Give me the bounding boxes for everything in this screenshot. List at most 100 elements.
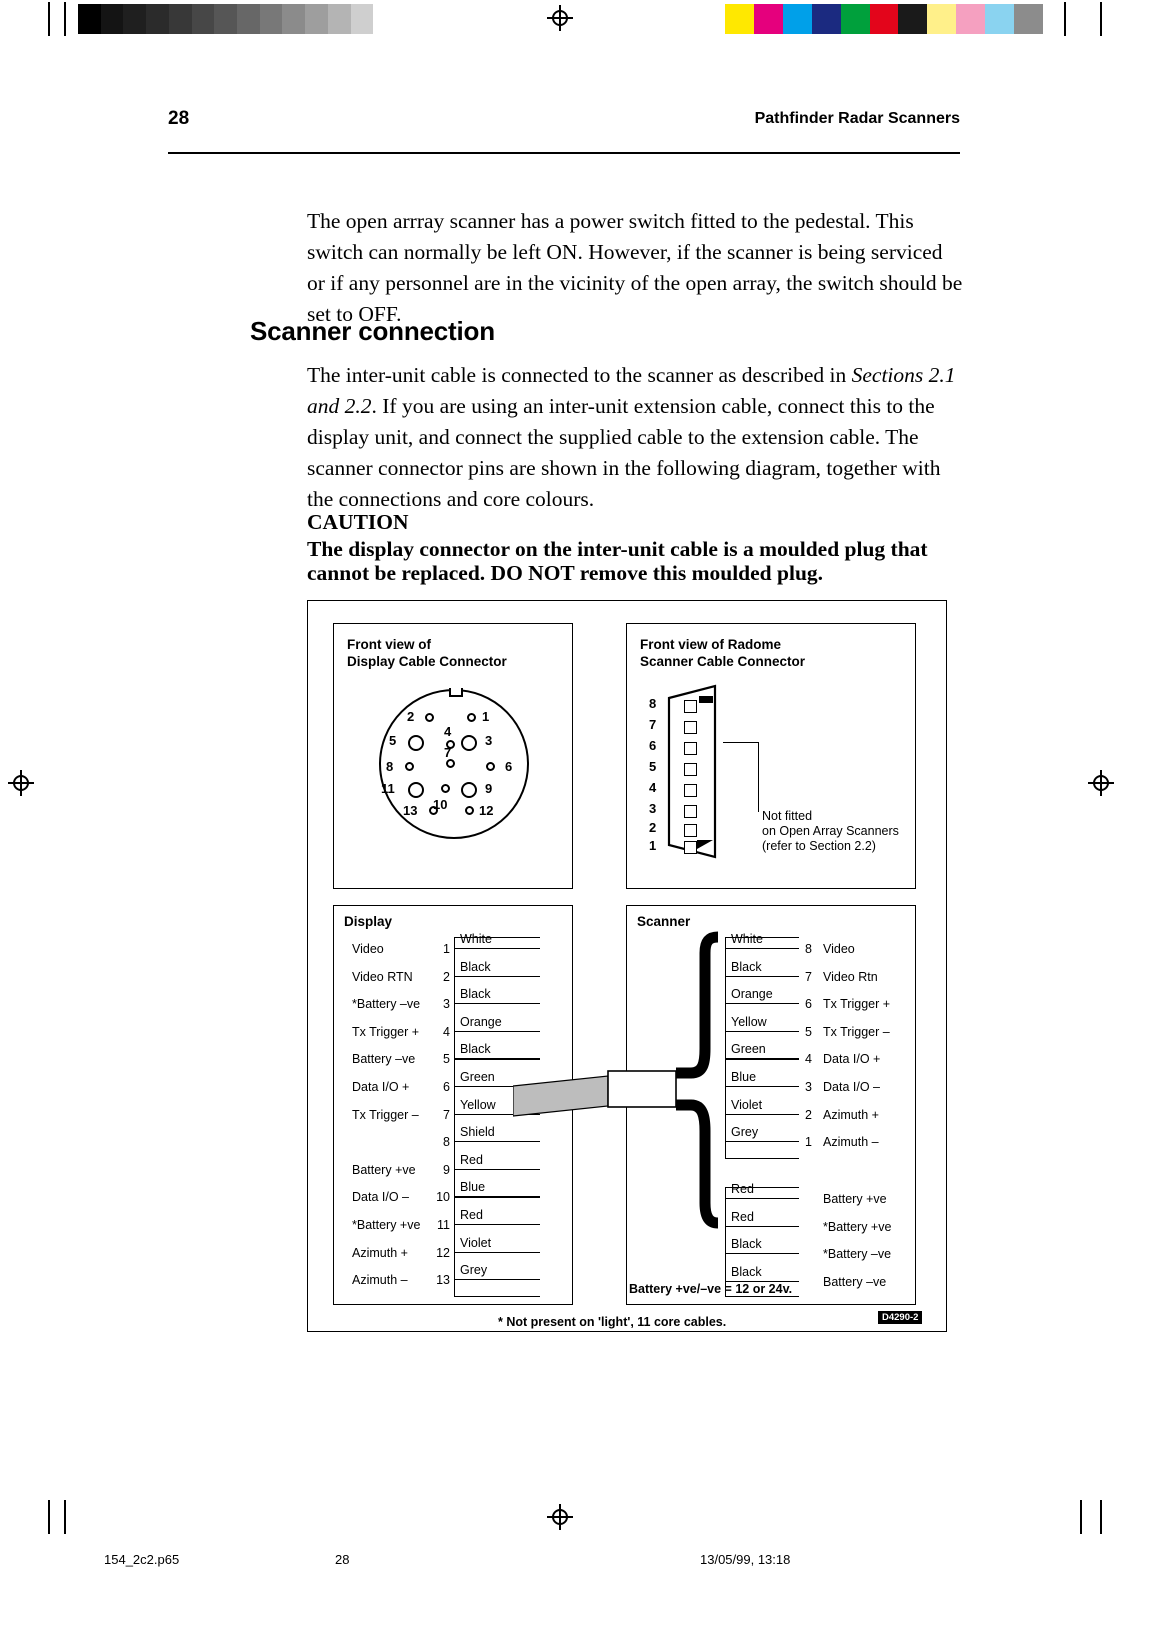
scanner-pin-number-5: 5 xyxy=(805,1024,812,1039)
radome-connector-title-line2: Scanner Cable Connector xyxy=(640,654,806,669)
connector-keyway-notch xyxy=(449,688,463,697)
header-rule xyxy=(168,152,960,154)
scanner-power-signal-2: *Battery –ve xyxy=(823,1247,892,1262)
display-connector-body: 2 1 5 3 4 8 6 7 11 9 10 13 12 xyxy=(379,688,529,839)
radome-pin-3 xyxy=(684,805,697,818)
grey-swatch-5 xyxy=(191,4,215,34)
radome-note-line-3: (refer to Section 2.2) xyxy=(762,839,876,853)
display-signal-4: Tx Trigger + xyxy=(352,1024,420,1039)
display-pin-label-3: 3 xyxy=(485,733,493,748)
crop-mark-bottom-right-2 xyxy=(1100,1500,1102,1534)
display-pin-3 xyxy=(461,735,477,751)
grey-swatch-3 xyxy=(146,4,169,34)
display-signal-7: Tx Trigger – xyxy=(352,1107,419,1122)
radome-pin-7 xyxy=(684,721,697,734)
registration-mark-right xyxy=(1088,770,1114,796)
grey-swatch-11 xyxy=(327,4,351,34)
scanner-signal-8: Video xyxy=(823,942,855,956)
intro-paragraph: The open arrray scanner has a power swit… xyxy=(307,209,963,326)
radome-pin-label-4: 4 xyxy=(649,780,657,795)
grey-swatch-13 xyxy=(373,4,397,34)
grey-swatch-10 xyxy=(305,4,328,34)
radome-pin-2 xyxy=(684,824,697,837)
crop-mark-bottom-left-2 xyxy=(64,1500,66,1534)
scanner-pin-number-2: 2 xyxy=(805,1107,812,1122)
display-pin-label-8: 8 xyxy=(386,759,394,774)
display-pin-number-7: 7 xyxy=(443,1107,450,1122)
caution-line-2: cannot be replaced. DO NOT remove this m… xyxy=(307,561,824,585)
radome-pin-label-2: 2 xyxy=(649,820,657,835)
drawing-code: D4290-2 xyxy=(878,1311,923,1324)
crop-mark-bottom-left xyxy=(48,1500,50,1534)
greyscale-calibration-bar xyxy=(78,4,397,34)
page-canvas: 28 Pathfinder Radar Scanners The open ar… xyxy=(0,0,1174,1637)
battery-voltage-note: Battery +ve/–ve = 12 or 24v. xyxy=(629,1282,793,1296)
display-pin-label-7: 7 xyxy=(444,745,452,760)
colour-swatch-7 xyxy=(927,4,957,34)
display-pin-12 xyxy=(465,806,474,815)
radome-connector-body xyxy=(667,684,723,859)
paragraph-scanner-connection: The inter-unit cable is connected to the… xyxy=(307,360,963,515)
display-signal-9: Battery +ve xyxy=(352,1162,416,1177)
colour-swatch-9 xyxy=(985,4,1015,34)
display-pin-number-13: 13 xyxy=(436,1273,450,1288)
display-pin-label-1: 1 xyxy=(482,709,490,724)
radome-pin-label-5: 5 xyxy=(649,759,657,774)
display-signal-3: *Battery –ve xyxy=(352,997,421,1012)
display-pin-number-10: 10 xyxy=(436,1190,450,1205)
para2-part1: The inter-unit cable is connected to the… xyxy=(307,363,852,387)
display-signal-2: Video RTN xyxy=(352,969,413,984)
scanner-power-signal-3: Battery –ve xyxy=(823,1274,887,1289)
display-pin-label-9: 9 xyxy=(485,781,493,796)
display-pin-label-4: 4 xyxy=(444,724,452,739)
display-pin-11 xyxy=(408,782,424,798)
grey-swatch-4 xyxy=(168,4,192,34)
colour-swatch-10 xyxy=(1014,4,1043,34)
colour-swatch-6 xyxy=(898,4,928,34)
display-pin-number-2: 2 xyxy=(443,969,450,984)
scanner-pin-number-1: 1 xyxy=(805,1135,812,1150)
scanner-signal-2: Azimuth + xyxy=(823,1107,879,1122)
display-pin-label-2: 2 xyxy=(407,709,415,724)
display-connector-panel: Front view of Display Cable Connector 2 … xyxy=(333,623,573,889)
scanner-signal-4: Data I/O + xyxy=(823,1052,881,1067)
display-signal-1: Video xyxy=(352,942,384,956)
radome-pin-label-3: 3 xyxy=(649,801,657,816)
scanner-pin-number-4: 4 xyxy=(805,1052,812,1067)
wiring-diagram: Front view of Display Cable Connector 2 … xyxy=(307,600,947,1332)
display-pin-number-6: 6 xyxy=(443,1080,450,1094)
display-pin-label-12: 12 xyxy=(479,803,494,818)
colour-swatch-0 xyxy=(725,4,754,34)
grey-swatch-6 xyxy=(214,4,238,34)
scanner-pin-number-3: 3 xyxy=(805,1080,812,1094)
scanner-signal-7: Video Rtn xyxy=(823,969,878,984)
footer-page: 28 xyxy=(335,1552,350,1567)
scanner-section-title: Scanner xyxy=(637,914,691,929)
grey-swatch-0 xyxy=(78,4,101,34)
radome-connector-title: Front view of Radome Scanner Cable Conne… xyxy=(640,636,805,670)
radome-pin-label-6: 6 xyxy=(649,738,657,753)
scanner-colour-column-box xyxy=(725,937,799,1159)
radome-pin-4 xyxy=(684,784,697,797)
colour-swatch-8 xyxy=(956,4,986,34)
crop-mark-top-right xyxy=(1064,2,1066,36)
display-connector-title-line2: Display Cable Connector xyxy=(347,654,507,669)
grey-swatch-8 xyxy=(259,4,283,34)
radome-note-line-1: Not fitted xyxy=(762,809,813,823)
display-pin-number-8: 8 xyxy=(443,1135,450,1150)
footer-timestamp: 13/05/99, 13:18 xyxy=(700,1552,791,1567)
display-signal-11: *Battery +ve xyxy=(352,1218,421,1232)
display-pin-5 xyxy=(408,735,424,751)
radome-connector-panel: Front view of Radome Scanner Cable Conne… xyxy=(626,623,916,889)
scanner-pin-number-7: 7 xyxy=(805,969,812,984)
display-section-title: Display xyxy=(344,914,393,929)
scanner-pin-number-8: 8 xyxy=(805,942,812,956)
radome-pin-5 xyxy=(684,763,697,776)
colour-swatch-1 xyxy=(753,4,783,34)
para2-part2: . If you are using an inter-unit extensi… xyxy=(307,394,941,511)
display-signal-12: Azimuth + xyxy=(352,1245,408,1260)
scanner-signal-3: Data I/O – xyxy=(823,1080,880,1094)
display-connector-title: Front view of Display Cable Connector xyxy=(347,636,507,670)
radome-note-leader-line xyxy=(723,742,759,744)
colour-calibration-bar xyxy=(725,4,1043,34)
